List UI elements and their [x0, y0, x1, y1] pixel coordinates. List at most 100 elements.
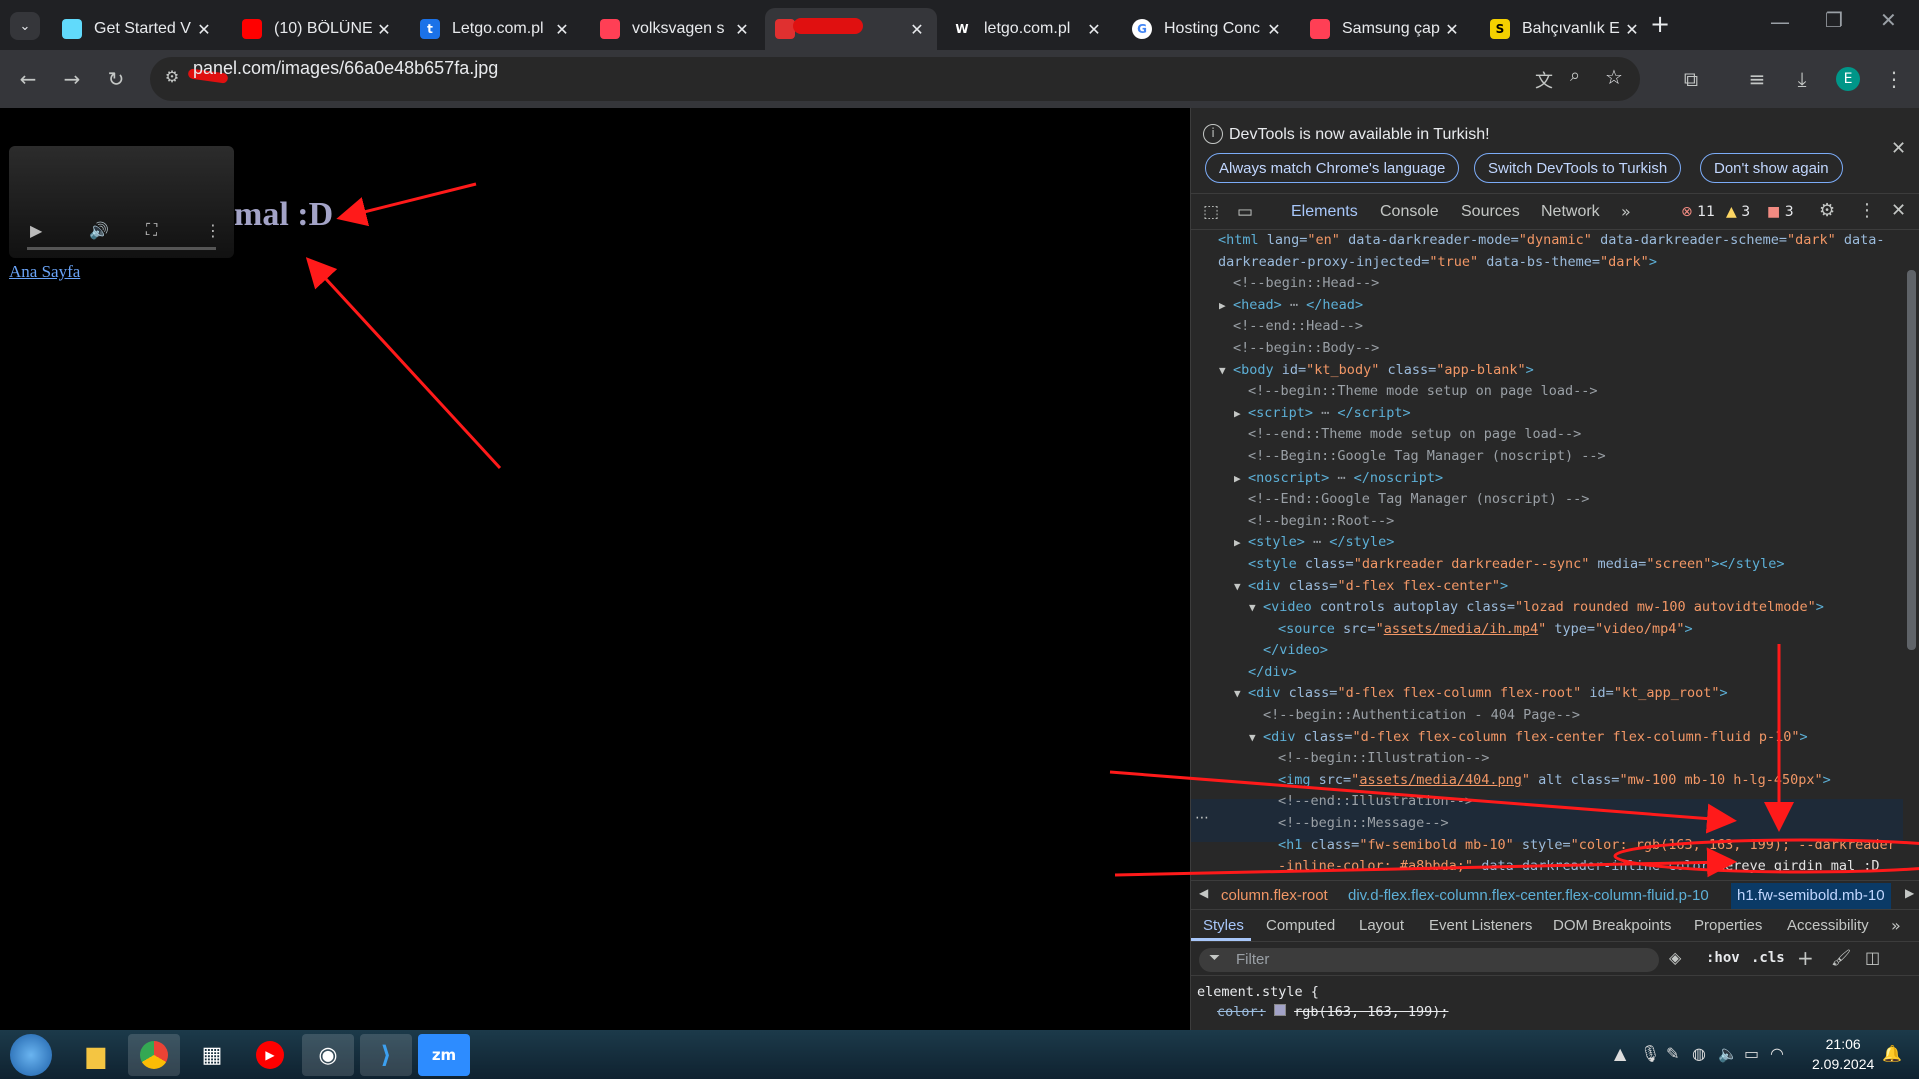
style-value[interactable]: rgb(163, 163, 199);	[1294, 1004, 1448, 1020]
tab-close-icon[interactable]: ✕	[194, 20, 214, 39]
tab-layout[interactable]: Layout	[1359, 917, 1404, 934]
add-style-rule-icon[interactable]: +	[1797, 946, 1814, 970]
dom-node-line[interactable]: darkreader-proxy-injected="true" data-bs…	[1191, 252, 1903, 274]
reload-icon[interactable]: ↻	[101, 64, 131, 94]
browser-tab[interactable]: t Letgo.com.pl ✕	[410, 8, 582, 50]
pen-icon[interactable]: ✎	[1666, 1044, 1679, 1063]
tab-accessibility[interactable]: Accessibility	[1787, 917, 1869, 934]
volume-icon[interactable]: 🔈	[1718, 1044, 1738, 1063]
device-toolbar-icon[interactable]: ▭	[1237, 202, 1253, 222]
breadcrumb-item[interactable]: div.d-flex.flex-column.flex-center.flex-…	[1348, 887, 1709, 904]
paint-icon[interactable]: 🖌	[1831, 948, 1851, 967]
dom-node-line[interactable]: ▼ <video controls autoplay class="lozad r…	[1191, 597, 1903, 619]
expanded-triangle-icon[interactable]: ▼	[1219, 360, 1233, 382]
file-explorer-icon[interactable]: ▆	[70, 1034, 122, 1076]
devtools-close-icon[interactable]: ✕	[1891, 200, 1906, 221]
fullscreen-icon[interactable]: ⛶	[146, 220, 157, 240]
profile-avatar[interactable]: E	[1836, 67, 1860, 91]
extensions-icon[interactable]: ⧉	[1676, 64, 1706, 94]
vscode-icon[interactable]: ⟩	[360, 1034, 412, 1076]
discord-icon[interactable]: ◍	[1692, 1044, 1706, 1063]
tab-computed[interactable]: Computed	[1266, 917, 1335, 934]
dom-node-line[interactable]: </video>	[1191, 640, 1903, 662]
dom-node-line[interactable]: ▶ <head> ⋯ </head>	[1191, 295, 1903, 317]
browser-tab[interactable]: S Bahçıvanlık E ✕	[1480, 8, 1652, 50]
tab-elements[interactable]: Elements	[1291, 203, 1358, 221]
tab-close-icon[interactable]: ✕	[732, 20, 752, 39]
browser-tab[interactable]: G Hosting Conc ✕	[1122, 8, 1294, 50]
ellipsis-icon[interactable]: ⋯	[1195, 810, 1209, 826]
minimize-button[interactable]: —	[1770, 10, 1790, 34]
browser-tab[interactable]: Get Started V ✕	[52, 8, 224, 50]
menu-kebab-icon[interactable]: ⋮	[1879, 64, 1909, 94]
dont-show-again-button[interactable]: Don't show again	[1700, 153, 1843, 183]
dom-node-line[interactable]: -inline-color: #a8bbda;" data-darkreader…	[1191, 856, 1903, 878]
hov-toggle[interactable]: :hov	[1706, 950, 1740, 966]
store-icon[interactable]: ▦	[186, 1034, 238, 1076]
dom-node-line[interactable]: ▶ <style> ⋯ </style>	[1191, 532, 1903, 554]
tab-close-icon[interactable]: ✕	[1622, 20, 1642, 39]
warning-count[interactable]: ▲ 3	[1726, 204, 1750, 220]
dom-node-line[interactable]: <!--begin::Root-->	[1191, 511, 1903, 533]
tab-close-icon[interactable]: ✕	[1442, 20, 1462, 39]
youtube-music-icon[interactable]: ▶	[244, 1034, 296, 1076]
video-progress-bar[interactable]	[27, 247, 216, 250]
browser-tab[interactable]: (10) BÖLÜNE ✕	[232, 8, 404, 50]
tab-search-button[interactable]: ⌄	[10, 12, 40, 40]
collapsed-triangle-icon[interactable]: ▶	[1234, 403, 1248, 425]
dom-node-line[interactable]: <html lang="en" data-darkreader-mode="dy…	[1191, 230, 1903, 252]
new-tab-button[interactable]: +	[1650, 10, 1670, 38]
dom-node-line[interactable]: <style class="darkreader darkreader--syn…	[1191, 554, 1903, 576]
expanded-triangle-icon[interactable]: ▼	[1249, 727, 1263, 749]
tab-styles[interactable]: Styles	[1203, 917, 1244, 934]
collapsed-triangle-icon[interactable]: ▶	[1234, 532, 1248, 554]
breadcrumb-forward-icon[interactable]: ▶	[1905, 886, 1914, 900]
maximize-button[interactable]: ❐	[1825, 8, 1843, 32]
dom-node-line[interactable]: ▶ <script> ⋯ </script>	[1191, 403, 1903, 425]
dom-node-line[interactable]: <!--begin::Theme mode setup on page load…	[1191, 381, 1903, 403]
site-info-icon[interactable]: ⚙	[160, 67, 184, 91]
start-button[interactable]	[10, 1034, 52, 1076]
dom-node-line[interactable]: <!--end::Head-->	[1191, 316, 1903, 338]
tab-properties[interactable]: Properties	[1694, 917, 1762, 934]
dom-node-line[interactable]: <!--begin::Body-->	[1191, 338, 1903, 360]
forward-icon[interactable]: →	[57, 64, 87, 94]
dom-node-line[interactable]: ▶ <noscript> ⋯ </noscript>	[1191, 468, 1903, 490]
infobar-close-icon[interactable]: ✕	[1891, 138, 1906, 159]
layers-icon[interactable]: ◈	[1669, 948, 1681, 967]
home-link[interactable]: Ana Sayfa	[9, 262, 80, 282]
microphone-icon[interactable]: 🎙	[1640, 1044, 1660, 1063]
collapsed-triangle-icon[interactable]: ▶	[1219, 295, 1233, 317]
dom-node-line[interactable]: ▼ <div class="d-flex flex-column flex-roo…	[1191, 683, 1903, 705]
toggle-sidebar-icon[interactable]: ◫	[1865, 948, 1880, 967]
tab-close-icon[interactable]: ✕	[907, 20, 927, 39]
tab-network[interactable]: Network	[1541, 203, 1600, 221]
chrome-icon[interactable]	[128, 1034, 180, 1076]
back-icon[interactable]: ←	[13, 64, 43, 94]
collapsed-triangle-icon[interactable]: ▶	[1234, 468, 1248, 490]
dom-scrollbar[interactable]	[1903, 230, 1919, 880]
browser-tab[interactable]: Samsung çap ✕	[1300, 8, 1472, 50]
dom-node-line[interactable]: <h1 class="fw-semibold mb-10" style="col…	[1191, 835, 1903, 857]
browser-tab[interactable]: volksvagen s ✕	[590, 8, 762, 50]
zoom-app-icon[interactable]: zm	[418, 1034, 470, 1076]
obs-icon[interactable]: ◉	[302, 1034, 354, 1076]
tab-sources[interactable]: Sources	[1461, 203, 1520, 221]
expanded-triangle-icon[interactable]: ▼	[1249, 597, 1263, 619]
more-tabs-icon[interactable]: »	[1621, 202, 1631, 221]
media-control-icon[interactable]: ≡	[1742, 64, 1772, 94]
more-style-tabs-icon[interactable]: »	[1891, 916, 1901, 935]
devtools-menu-icon[interactable]: ⋮	[1858, 200, 1876, 221]
breadcrumb-item-selected[interactable]: h1.fw-semibold.mb-10	[1731, 883, 1891, 909]
tray-expand-icon[interactable]: ▲	[1614, 1044, 1626, 1063]
match-language-button[interactable]: Always match Chrome's language	[1205, 153, 1460, 183]
bookmark-star-icon[interactable]: ☆	[1605, 65, 1623, 89]
tab-close-icon[interactable]: ✕	[552, 20, 572, 39]
tab-close-icon[interactable]: ✕	[374, 20, 394, 39]
color-swatch[interactable]	[1273, 1004, 1286, 1016]
zoom-icon[interactable]: ⌕	[1570, 65, 1580, 86]
tab-console[interactable]: Console	[1380, 203, 1439, 221]
style-property[interactable]: color:	[1217, 1004, 1266, 1020]
expanded-triangle-icon[interactable]: ▼	[1234, 576, 1248, 598]
url-text[interactable]: panel.com/images/66a0e48b657fa.jpg	[193, 58, 498, 79]
